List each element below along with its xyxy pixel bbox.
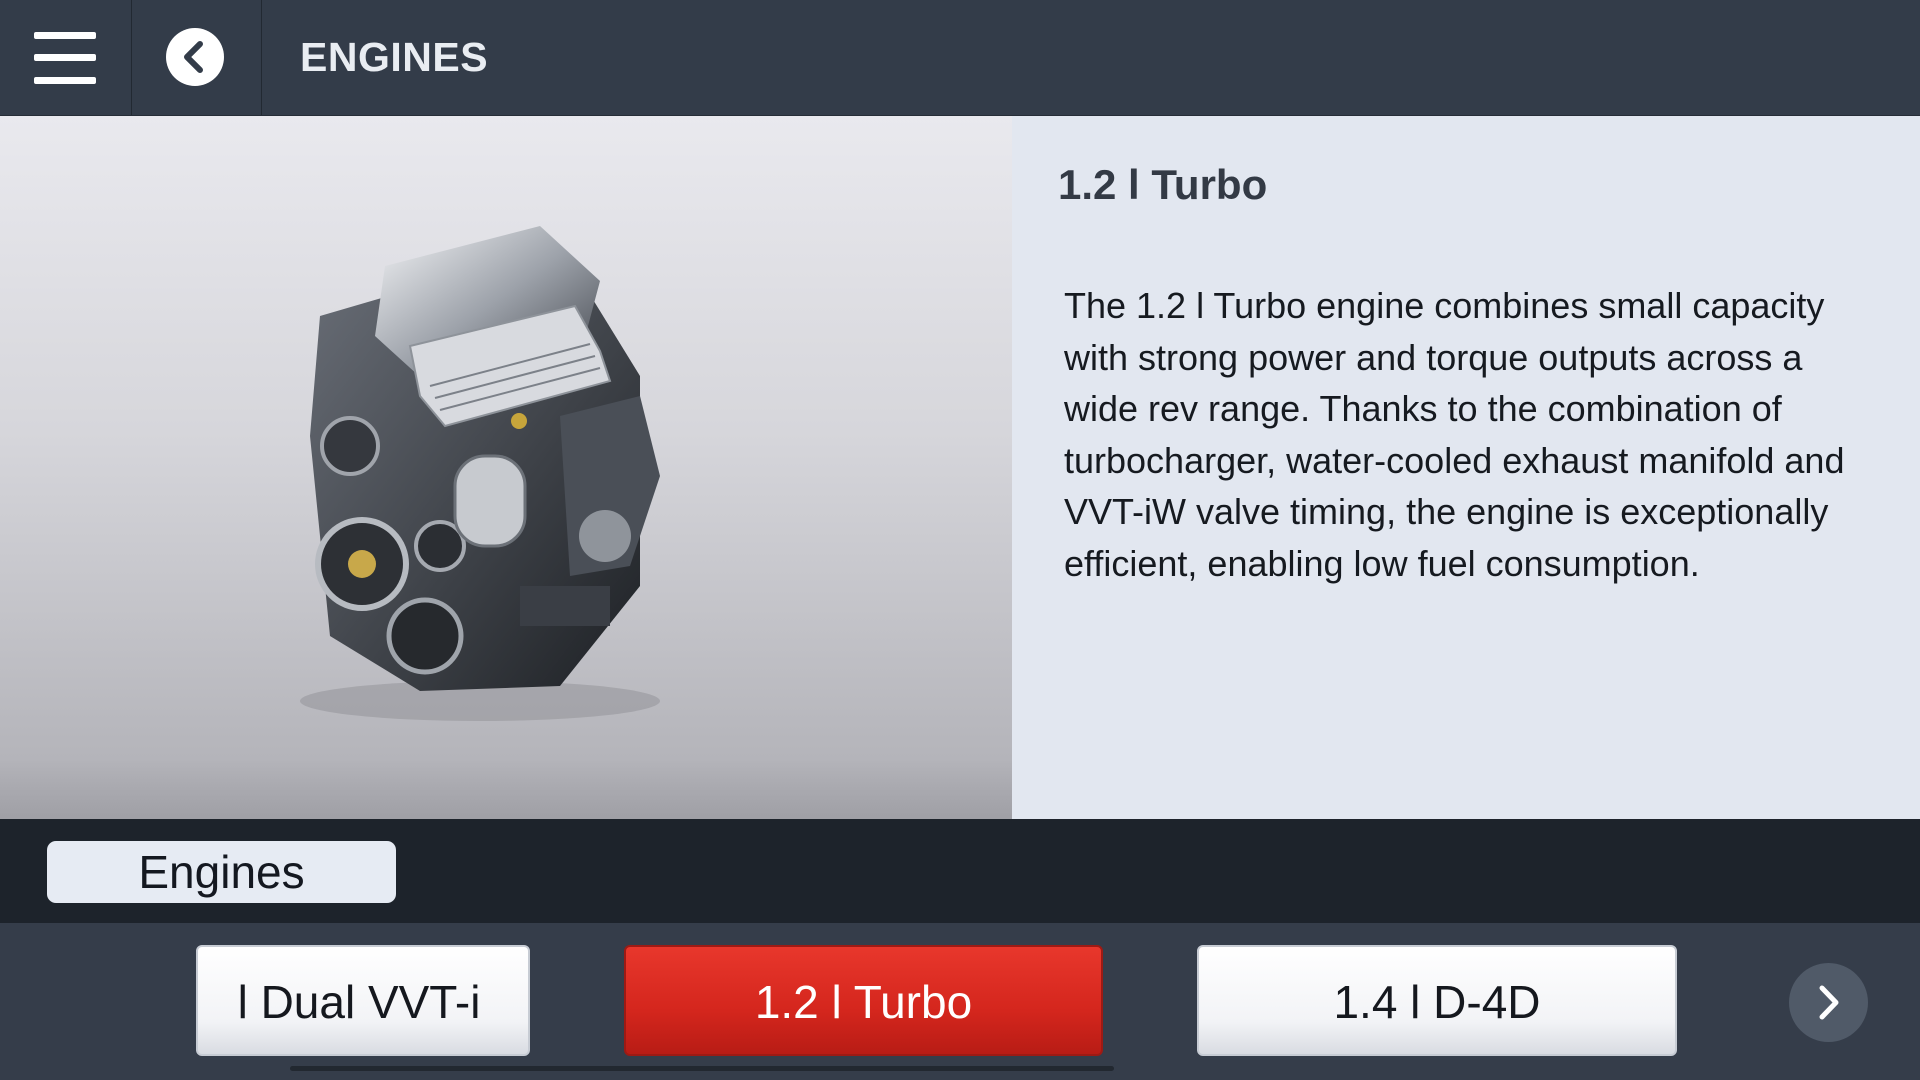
engine-option-12l-turbo[interactable]: 1.2 l Turbo (624, 945, 1103, 1056)
engine-option-1l-dual-vvti[interactable]: l Dual VVT-i (196, 945, 530, 1056)
chevron-left-icon (166, 28, 224, 86)
chevron-right-icon (1819, 985, 1839, 1020)
engine-title: 1.2 l Turbo (1058, 161, 1268, 208)
engine-info-panel: 1.2 l Turbo The 1.2 l Turbo engine combi… (1012, 116, 1920, 819)
engine-image (300, 226, 660, 721)
back-button[interactable] (132, 0, 262, 115)
top-bar: ENGINES (0, 0, 1920, 116)
carousel-scrollbar[interactable] (290, 1066, 1114, 1071)
engine-carousel: l Dual VVT-i 1.2 l Turbo 1.4 l D-4D (0, 923, 1920, 1080)
carousel-next-button[interactable] (1789, 963, 1868, 1042)
menu-button[interactable] (0, 0, 132, 115)
engine-image-pane (0, 116, 1012, 819)
engine-option-14l-d4d[interactable]: 1.4 l D-4D (1197, 945, 1677, 1056)
category-bar: Engines (0, 819, 1920, 923)
page-title: ENGINES (300, 34, 489, 80)
engine-description: The 1.2 l Turbo engine combines small ca… (1064, 285, 1845, 584)
category-tab-engines[interactable]: Engines (47, 841, 396, 903)
